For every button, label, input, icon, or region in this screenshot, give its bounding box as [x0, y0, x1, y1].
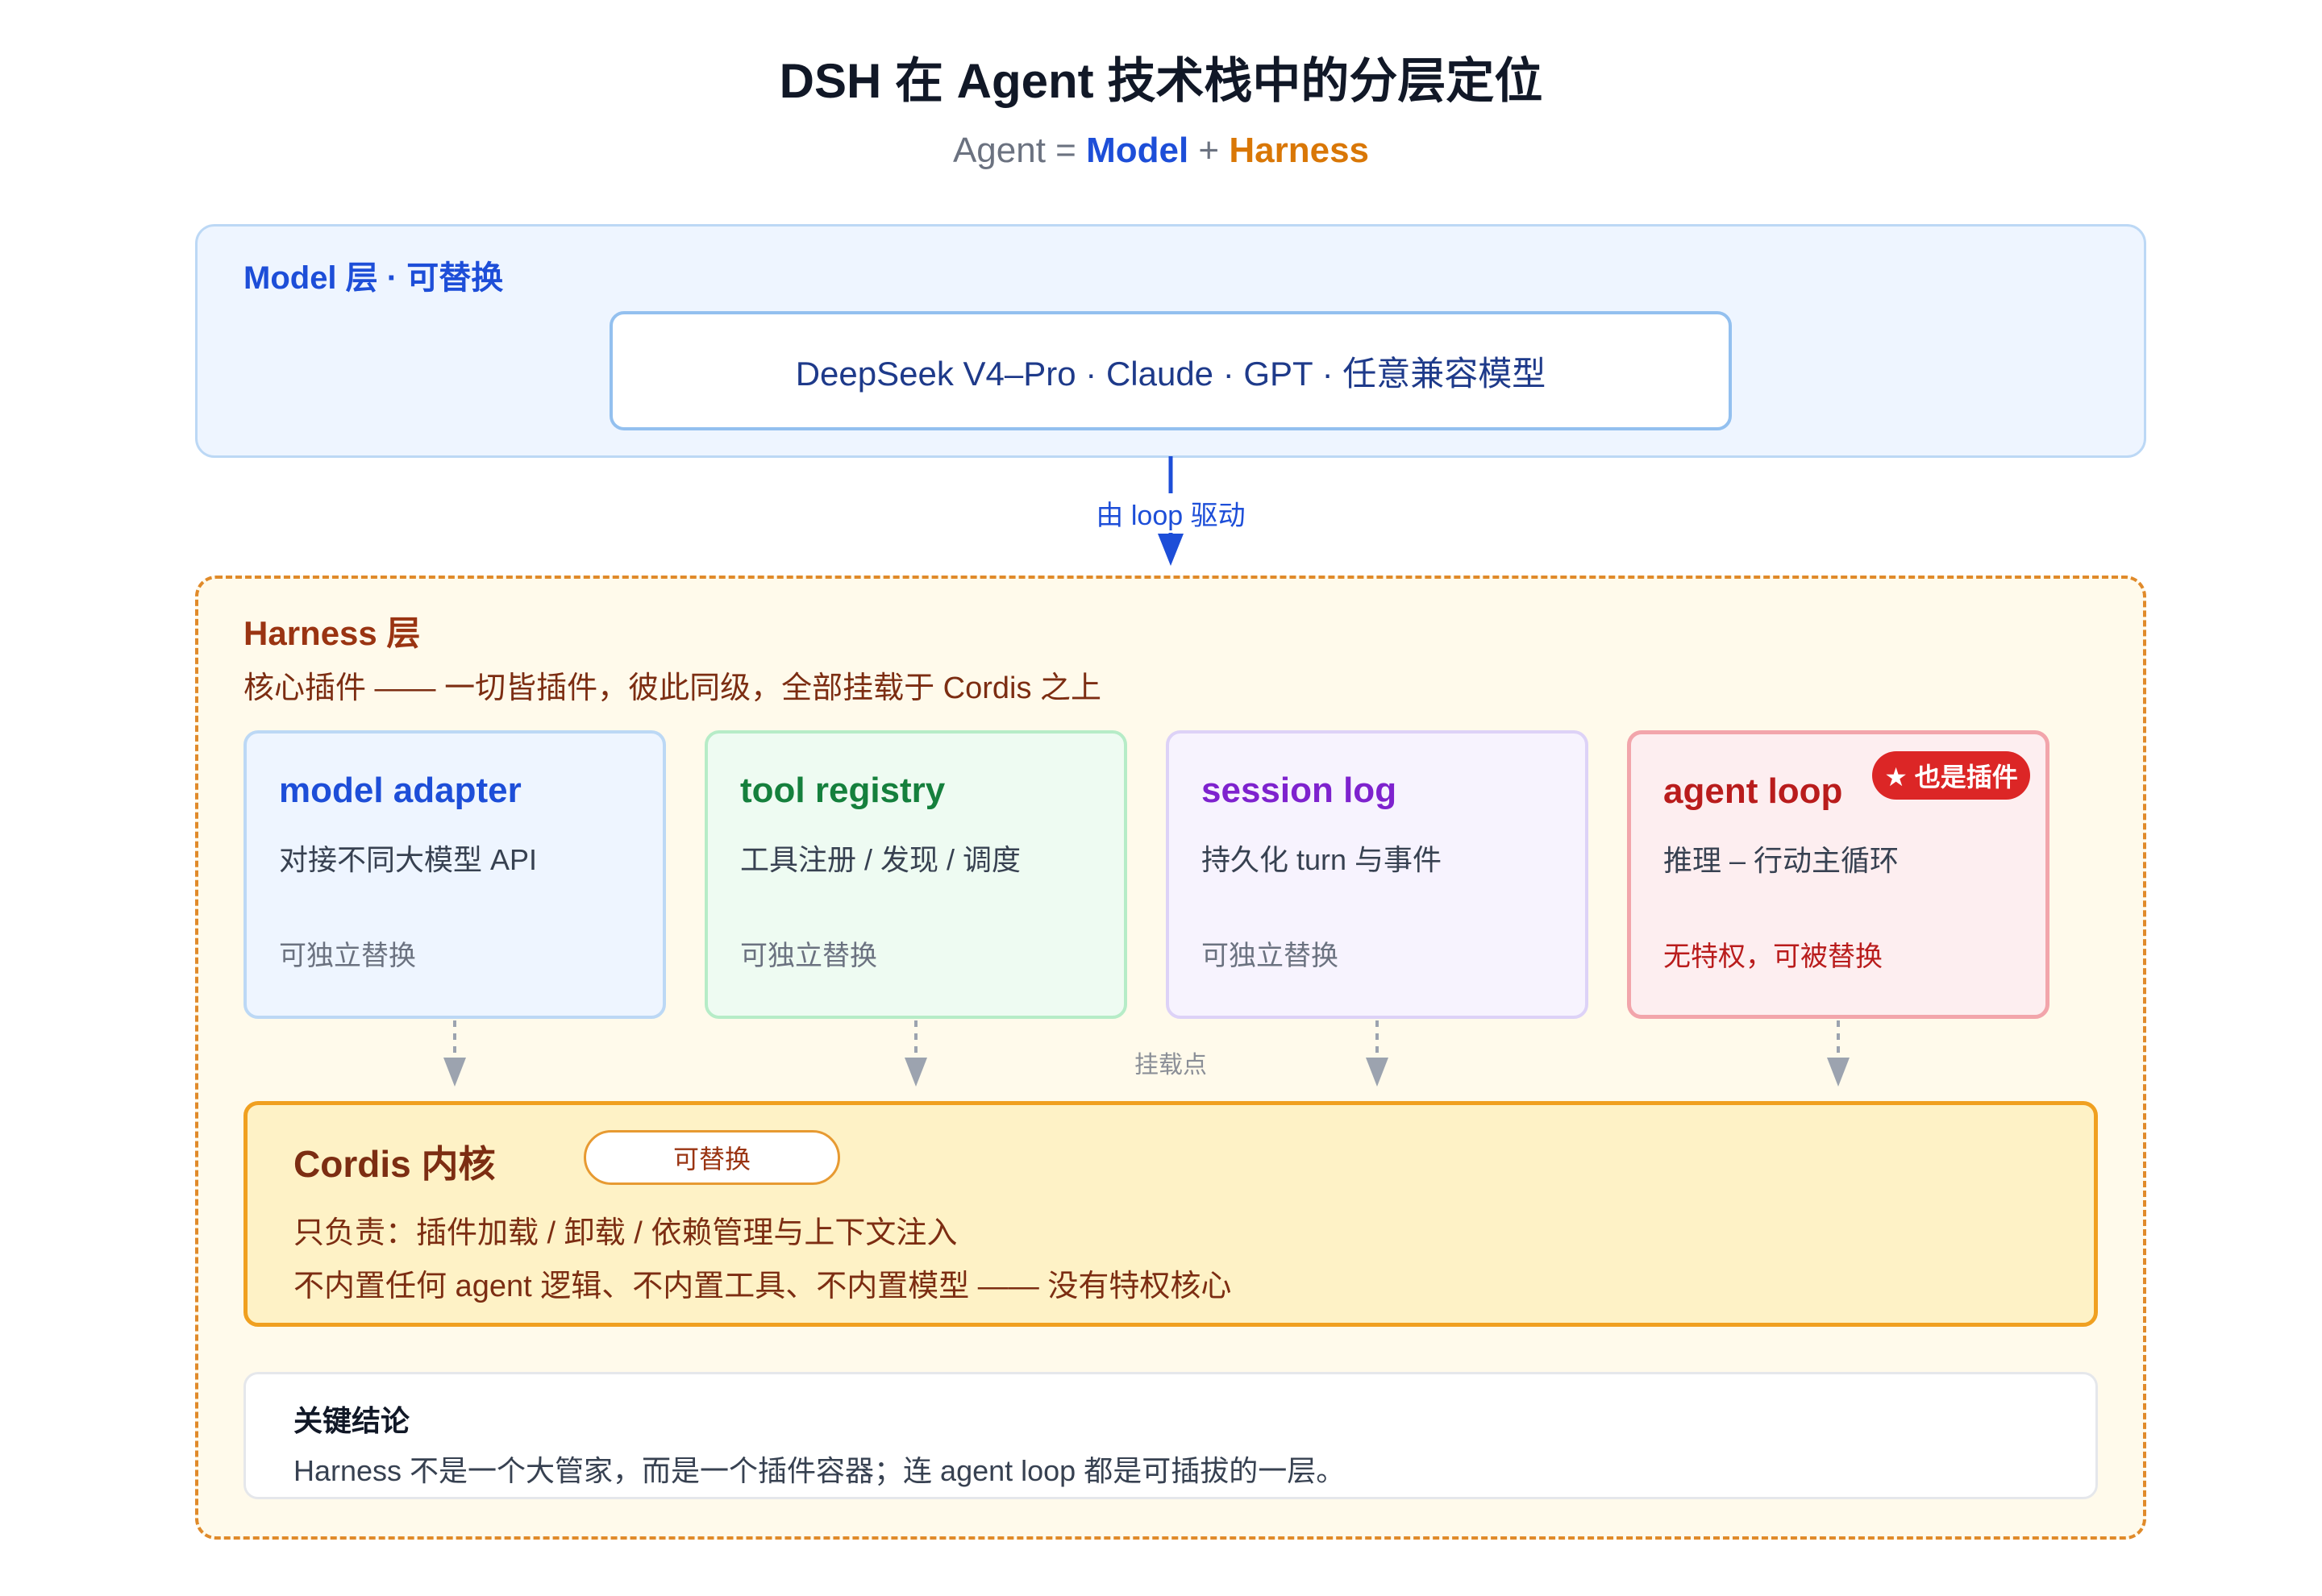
plugin-title: model adapter — [279, 771, 522, 810]
mount-arrow-3 — [1366, 1058, 1388, 1087]
mount-arrow-4 — [1827, 1058, 1850, 1087]
harness-layer-title: Harness 层 — [243, 614, 421, 652]
cordis-responsibility-text: 只负责：插件加载 / 卸载 / 依赖管理与上下文注入 — [293, 1216, 958, 1250]
harness-layer-description: 核心插件 —— 一切皆插件，彼此同级，全部挂载于 Cordis 之上 — [243, 671, 1102, 705]
plugin-card-session-log: session log 持久化 turn 与事件 可独立替换 — [1166, 730, 1588, 1019]
mount-point-label: 挂载点 — [1134, 1052, 1207, 1079]
mount-arrow-1 — [443, 1058, 466, 1087]
cordis-core-title: Cordis 内核 — [293, 1143, 496, 1185]
key-conclusion-text: Harness 不是一个大管家，而是一个插件容器；连 agent loop 都是… — [293, 1454, 1346, 1487]
plugin-title: session log — [1201, 771, 1397, 810]
plugin-description: 推理 – 行动主循环 — [1663, 844, 1900, 877]
plugin-note: 可独立替换 — [279, 941, 416, 971]
cordis-no-privilege-text: 不内置任何 agent 逻辑、不内置工具、不内置模型 —— 没有特权核心 — [293, 1270, 1232, 1303]
plugin-description: 持久化 turn 与事件 — [1201, 843, 1442, 876]
plugin-description: 工具注册 / 发现 / 调度 — [740, 843, 1022, 876]
loop-arrow-head — [1158, 534, 1184, 566]
plugin-title: agent loop — [1663, 771, 1843, 811]
also-plugin-badge: ★ 也是插件 — [1872, 751, 2030, 800]
plugin-note: 可独立替换 — [1201, 941, 1338, 971]
key-conclusion-title: 关键结论 — [293, 1404, 410, 1437]
plugin-card-model-adapter: model adapter 对接不同大模型 API 可独立替换 — [243, 730, 666, 1019]
plugin-card-tool-registry: tool registry 工具注册 / 发现 / 调度 可独立替换 — [705, 730, 1127, 1019]
replaceable-tag: 可替换 — [584, 1130, 840, 1185]
mount-arrow-2 — [905, 1058, 927, 1087]
loop-drive-label: 由 loop 驱动 — [1080, 493, 1261, 533]
plugin-title: tool registry — [740, 771, 946, 810]
plugin-description: 对接不同大模型 API — [279, 843, 538, 876]
plugin-note: 可独立替换 — [740, 941, 877, 971]
plugin-note: 无特权，可被替换 — [1663, 941, 1883, 972]
